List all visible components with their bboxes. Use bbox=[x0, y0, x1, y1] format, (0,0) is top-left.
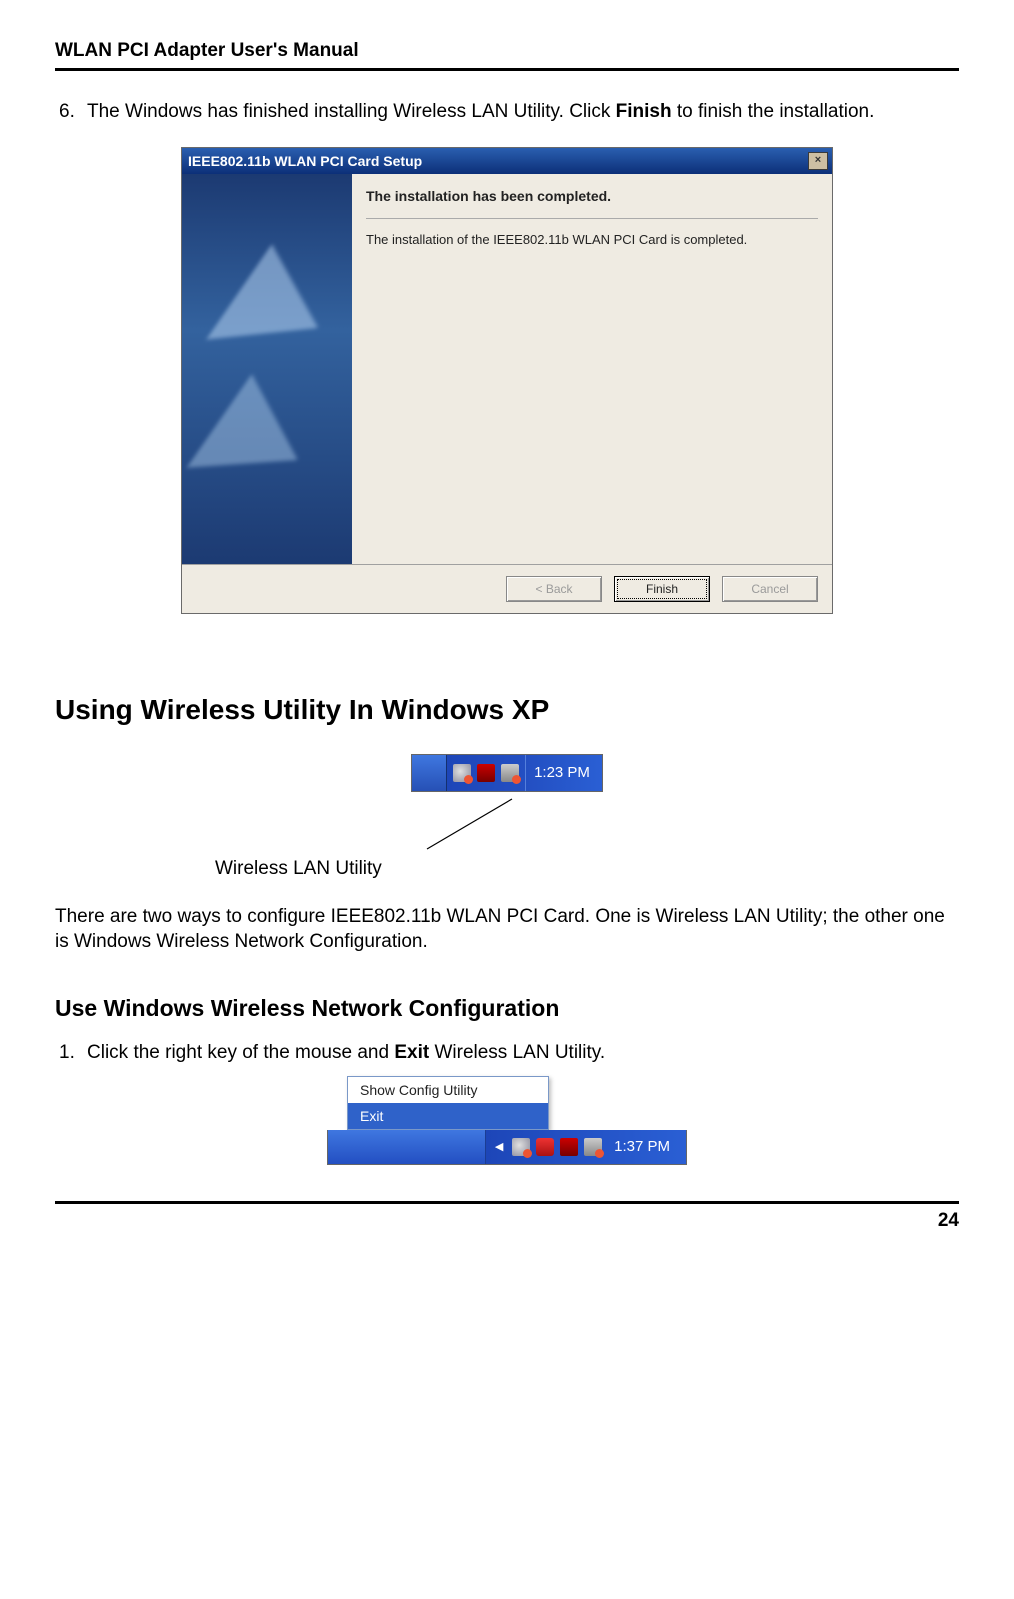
step-number: 1. bbox=[59, 1040, 87, 1066]
taskbar: ◀ 1:37 PM bbox=[327, 1130, 687, 1165]
text-fragment: to finish the installation. bbox=[672, 101, 875, 122]
back-button: < Back bbox=[506, 576, 602, 602]
context-menu: Show Config Utility Exit bbox=[347, 1076, 549, 1130]
close-icon[interactable]: × bbox=[808, 152, 828, 170]
system-tray-screenshot-2: Show Config Utility Exit ◀ 1:37 PM bbox=[55, 1076, 959, 1165]
network-icon[interactable] bbox=[512, 1138, 530, 1156]
exit-keyword: Exit bbox=[394, 1042, 429, 1063]
document-header: WLAN PCI Adapter User's Manual bbox=[55, 40, 959, 71]
section-heading-windows-config: Use Windows Wireless Network Configurati… bbox=[55, 995, 959, 1022]
pci-card-icon[interactable] bbox=[584, 1138, 602, 1156]
step-number: 6. bbox=[59, 99, 87, 125]
finish-keyword: Finish bbox=[616, 101, 672, 122]
chevron-icon[interactable]: ◀ bbox=[492, 1140, 506, 1154]
wlan-utility-icon[interactable] bbox=[477, 764, 495, 782]
step-text: The Windows has finished installing Wire… bbox=[87, 99, 959, 125]
arrow-graphic bbox=[187, 370, 308, 467]
installer-message: The installation of the IEEE802.11b WLAN… bbox=[366, 231, 818, 249]
text-fragment: The Windows has finished installing Wire… bbox=[87, 101, 616, 122]
installer-sidebar-graphic bbox=[182, 174, 352, 564]
installer-title: IEEE802.11b WLAN PCI Card Setup bbox=[188, 153, 422, 169]
tray-clock: 1:37 PM bbox=[608, 1138, 680, 1155]
installer-heading: The installation has been completed. bbox=[366, 188, 818, 204]
cancel-button: Cancel bbox=[722, 576, 818, 602]
divider bbox=[366, 218, 818, 219]
installer-screenshot: IEEE802.11b WLAN PCI Card Setup × The in… bbox=[55, 147, 959, 614]
text-fragment: Click the right key of the mouse and bbox=[87, 1042, 394, 1063]
pci-card-icon[interactable] bbox=[501, 764, 519, 782]
installer-titlebar: IEEE802.11b WLAN PCI Card Setup × bbox=[182, 148, 832, 174]
shield-icon[interactable] bbox=[536, 1138, 554, 1156]
menu-item-show-config[interactable]: Show Config Utility bbox=[348, 1077, 548, 1103]
arrow-graphic bbox=[206, 238, 327, 339]
step-1: 1. Click the right key of the mouse and … bbox=[59, 1040, 959, 1066]
tray-icon-area bbox=[447, 755, 525, 791]
wlan-utility-icon[interactable] bbox=[560, 1138, 578, 1156]
callout-line bbox=[55, 794, 959, 854]
finish-button[interactable]: Finish bbox=[614, 576, 710, 602]
step-6: 6. The Windows has finished installing W… bbox=[59, 99, 959, 125]
step-text: Click the right key of the mouse and Exi… bbox=[87, 1040, 959, 1066]
menu-item-exit[interactable]: Exit bbox=[348, 1103, 548, 1129]
tray-icon-area: ◀ 1:37 PM bbox=[485, 1130, 686, 1164]
network-icon[interactable] bbox=[453, 764, 471, 782]
installer-content: The installation has been completed. The… bbox=[352, 174, 832, 564]
section-heading-using-utility: Using Wireless Utility In Windows XP bbox=[55, 694, 959, 726]
installer-button-row: < Back Finish Cancel bbox=[182, 564, 832, 613]
tray-clock: 1:23 PM bbox=[525, 755, 602, 791]
tray-caption: Wireless LAN Utility bbox=[215, 858, 959, 880]
page-number: 24 bbox=[55, 1201, 959, 1232]
taskbar-strip bbox=[412, 755, 447, 791]
installer-window: IEEE802.11b WLAN PCI Card Setup × The in… bbox=[181, 147, 833, 614]
paragraph-config-ways: There are two ways to configure IEEE802.… bbox=[55, 904, 959, 955]
text-fragment: Wireless LAN Utility. bbox=[429, 1042, 605, 1063]
system-tray-screenshot-1: 1:23 PM bbox=[55, 754, 959, 792]
